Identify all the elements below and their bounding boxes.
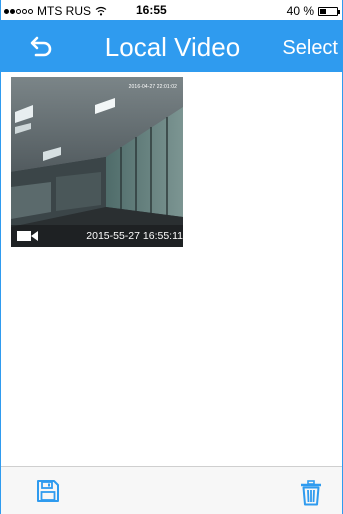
thumbnail-timestamp: 2016-04-27 22:01:02	[128, 84, 177, 90]
signal-dot	[10, 8, 15, 14]
floppy-disk-icon[interactable]	[36, 479, 60, 503]
bottom-toolbar	[1, 466, 342, 514]
navigation-bar: Local Video Select	[1, 20, 342, 72]
battery-fill	[320, 8, 326, 14]
battery-indicator: 40 %	[286, 4, 340, 18]
status-left: MTS RUS	[4, 4, 107, 18]
wifi-icon	[95, 6, 107, 16]
signal-strength-icon	[4, 8, 33, 14]
signal-dot	[4, 8, 9, 14]
battery-percent: 40 %	[286, 4, 314, 18]
carrier-name: MTS RUS	[37, 4, 91, 18]
video-preview-image	[11, 77, 183, 247]
select-button[interactable]: Select	[282, 37, 338, 59]
video-camera-icon	[17, 231, 38, 241]
battery-icon	[318, 6, 340, 16]
app-screen: MTS RUS 16:55 40 % Local Video Select 20…	[0, 0, 343, 514]
video-date: 2015-55-27 16:55:11	[86, 230, 183, 242]
status-bar: MTS RUS 16:55 40 %	[1, 0, 342, 20]
video-list: 2016-04-27 22:01:02 2015-55-27 16:55:11	[1, 72, 342, 466]
signal-dot	[22, 8, 27, 14]
status-time: 16:55	[136, 3, 167, 17]
signal-dot	[28, 8, 33, 14]
trash-icon[interactable]	[300, 480, 322, 506]
signal-dot	[16, 8, 21, 14]
thumbnail-caption-bar: 2015-55-27 16:55:11	[11, 225, 183, 247]
video-thumbnail[interactable]: 2016-04-27 22:01:02 2015-55-27 16:55:11	[11, 77, 183, 247]
